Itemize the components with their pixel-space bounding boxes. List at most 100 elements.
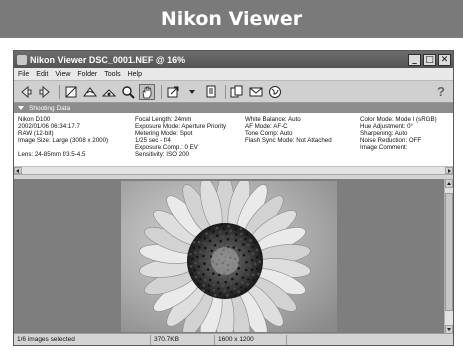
flower-seed [216, 234, 219, 238]
flower-seed [255, 267, 259, 271]
flower-seed [250, 268, 254, 272]
flower-seed [231, 277, 234, 281]
flower-seed [208, 263, 211, 267]
flower-seed [233, 287, 236, 290]
minimize-button[interactable]: _ [408, 53, 421, 66]
flower-seed [247, 278, 250, 281]
mail-button[interactable] [248, 84, 264, 100]
close-button[interactable]: ✕ [438, 53, 451, 66]
data-line: Color Mode: Mode I (sRGB) [360, 116, 437, 123]
print-button[interactable] [203, 84, 219, 100]
flower-seed [221, 235, 225, 239]
flower-seed [241, 276, 245, 279]
flower-seed [258, 260, 262, 263]
app-window: Nikon Viewer DSC_0001.NEF @ 16% _ □ ✕ Fi… [13, 50, 454, 346]
flower-seed [241, 264, 245, 268]
zoom-button[interactable] [120, 84, 136, 100]
toolbar: ? [14, 81, 453, 103]
flower-seed [207, 289, 211, 293]
shooting-data-toggle[interactable]: Shooting Data [14, 103, 453, 113]
flower-seed [213, 293, 217, 297]
data-line: Metering Mode: Spot [135, 130, 193, 138]
flower-seed [193, 261, 197, 265]
menu-view[interactable]: View [55, 71, 70, 78]
maximize-button[interactable]: □ [423, 53, 436, 66]
data-line: Flash Sync Mode: Not Attached [245, 137, 332, 145]
status-file-size: 370.7KB [150, 335, 212, 345]
horizontal-scrollbar[interactable] [14, 166, 453, 174]
shooting-data-column: White Balance: Auto AF Mode: AF-C Tone C… [245, 116, 332, 144]
web-button[interactable] [267, 84, 283, 100]
photo-preview[interactable] [121, 181, 337, 332]
flower-seed [249, 239, 252, 242]
flower-seed [212, 288, 216, 292]
flower-seed [205, 251, 209, 254]
help-icon[interactable]: ? [437, 84, 447, 99]
flower-seed [233, 294, 237, 297]
flower-seed [206, 273, 210, 277]
scroll-up-arrow-icon[interactable] [445, 179, 453, 188]
flower-seed [197, 271, 201, 275]
hand-button[interactable] [139, 83, 155, 100]
flower-seed [240, 271, 244, 275]
data-line: Image Comment: [360, 144, 408, 152]
data-line: Focal Length: 24mm [135, 116, 192, 123]
data-line: 2002/01/06 06:34:17.7 [18, 123, 80, 131]
flower-seed [218, 230, 222, 234]
flower-seed [242, 253, 246, 257]
flower-seed [203, 237, 207, 240]
collapse-triangle-icon [18, 106, 24, 110]
data-line: Image Size: Large (3008 x 2000) [18, 137, 109, 145]
flower-seed [192, 246, 196, 249]
data-line: Exposure Comp.: 0 EV [135, 144, 198, 152]
flower-seed [237, 290, 240, 293]
flower-seed [202, 273, 205, 276]
flower-seed [244, 288, 248, 291]
flower-seed [220, 277, 224, 281]
flower-seed [239, 227, 243, 231]
flower-seed [226, 294, 229, 297]
menu-edit[interactable]: Edit [36, 71, 48, 78]
scroll-left-arrow-icon[interactable] [14, 167, 22, 174]
menu-file[interactable]: File [18, 71, 29, 78]
flower-seed [201, 254, 205, 258]
web-icon [269, 85, 281, 98]
flower-seed [205, 232, 208, 235]
flower-seed [207, 284, 211, 287]
flower-seed [203, 262, 206, 265]
rotate-left-icon [83, 86, 97, 96]
forward-button[interactable] [37, 84, 53, 100]
flower-seed [244, 268, 248, 272]
hand-icon [142, 86, 152, 98]
menu-folder[interactable]: Folder [77, 71, 97, 78]
data-line: 1/25 sec - f/4 [135, 137, 171, 145]
flower-seed [255, 248, 259, 252]
rotate-left-button[interactable] [82, 84, 98, 100]
flower-seed [212, 230, 215, 234]
flower-seed [193, 251, 197, 254]
flower-seed [248, 264, 252, 267]
rotate-right-button[interactable] [101, 84, 117, 100]
menu-tools[interactable]: Tools [104, 71, 120, 78]
flower-seed [197, 240, 201, 244]
flower-seed [247, 255, 250, 259]
flower-seed [235, 233, 238, 236]
crop-icon [65, 86, 77, 97]
status-dimensions: 1600 x 1200 [214, 335, 284, 345]
flower-seed [246, 243, 250, 247]
scroll-right-arrow-icon[interactable] [445, 167, 453, 174]
flower-seed [223, 289, 226, 293]
image-viewer[interactable] [14, 179, 453, 334]
data-line: Hue Adjustment: 0° [360, 123, 414, 131]
back-icon [21, 85, 32, 98]
copy-button[interactable] [229, 84, 245, 100]
export-button[interactable] [165, 84, 181, 100]
shooting-data-title: Shooting Data [29, 104, 71, 112]
dropdown-button[interactable] [184, 84, 200, 100]
menu-help[interactable]: Help [128, 71, 142, 78]
back-button[interactable] [18, 84, 34, 100]
scroll-thumb[interactable] [445, 193, 453, 311]
flower-seed [213, 277, 217, 280]
vertical-scrollbar[interactable] [444, 179, 453, 334]
crop-button[interactable] [63, 84, 79, 100]
